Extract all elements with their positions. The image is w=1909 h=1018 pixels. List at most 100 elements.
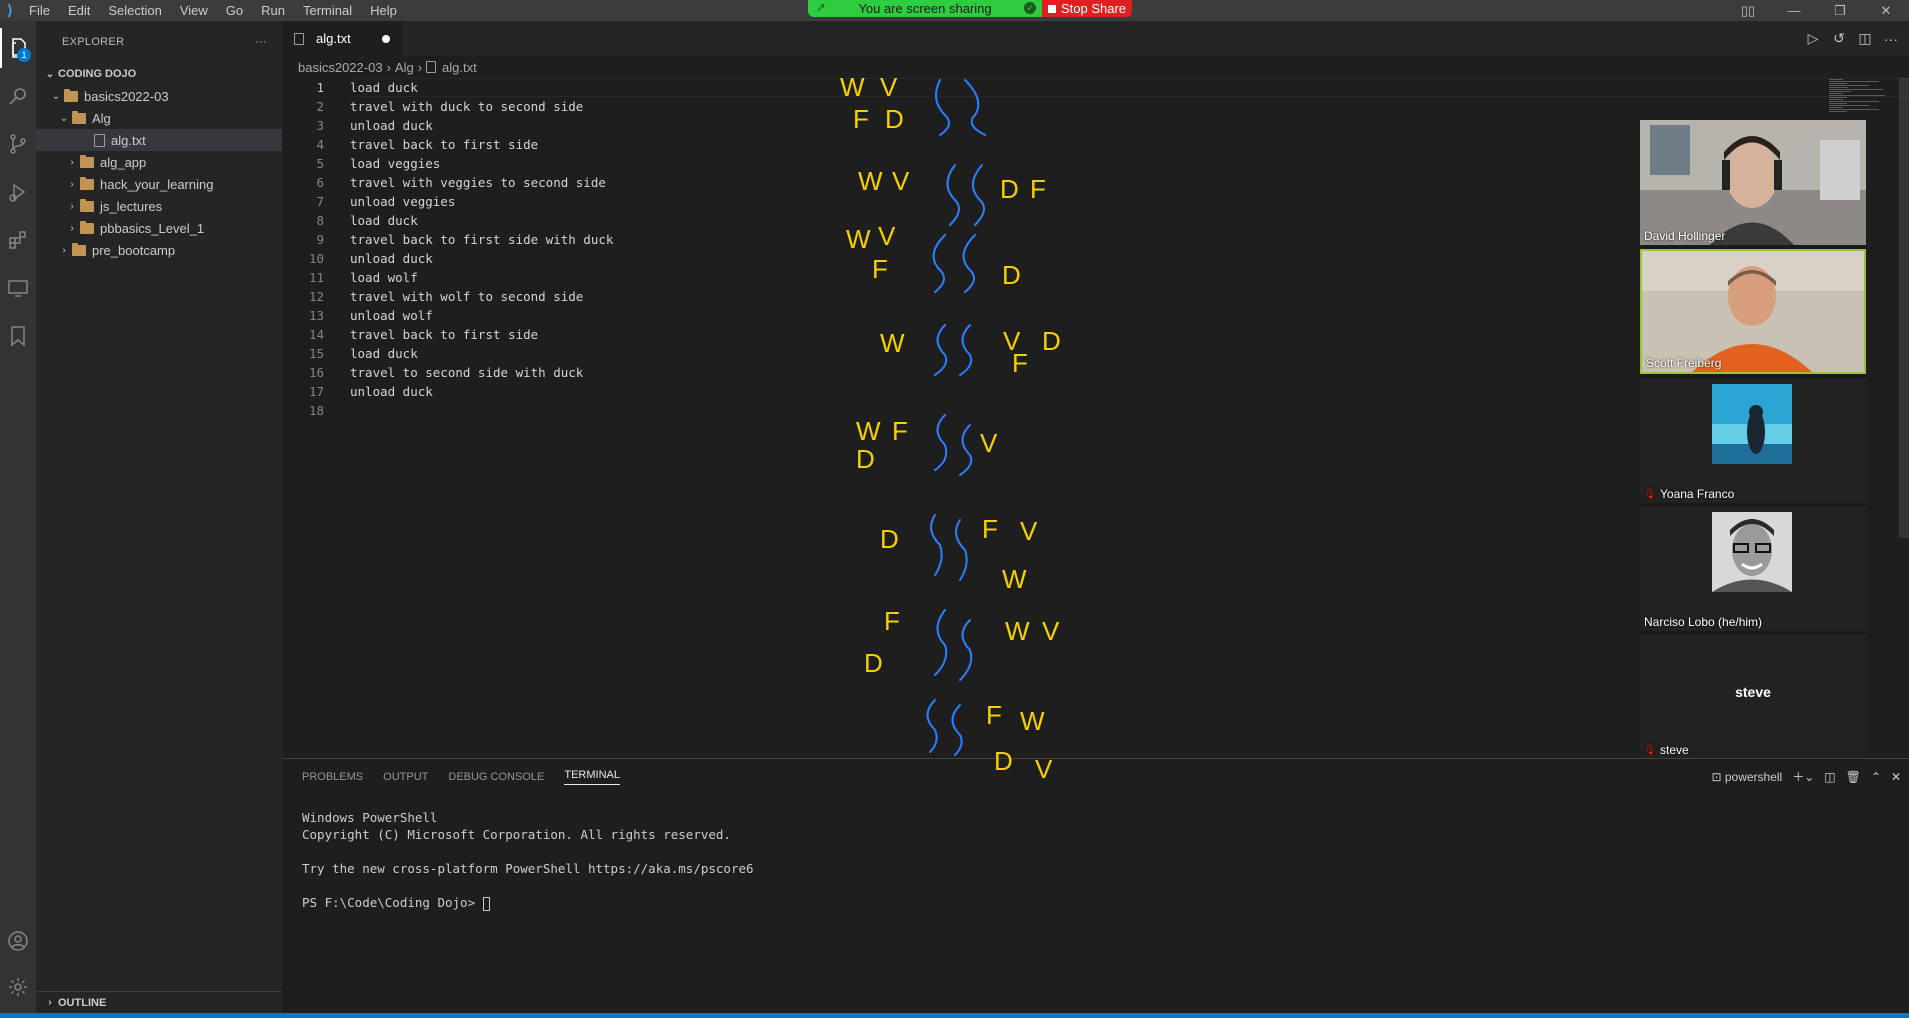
tab-alg-txt[interactable]: alg.txt	[282, 21, 402, 56]
editor-scrollbar[interactable]	[1899, 78, 1909, 538]
participant-tile[interactable]: 🎙︎ Yoana Franco	[1640, 378, 1866, 503]
tab-terminal[interactable]: TERMINAL	[564, 759, 620, 794]
minimap-line	[1829, 89, 1884, 90]
breadcrumb-item[interactable]: alg.txt	[442, 60, 477, 75]
mic-muted-icon: 🎙︎	[1643, 488, 1657, 500]
tree-folder-pbbasics-level-1[interactable]: › pbbasics_Level_1	[36, 217, 282, 239]
split-editor-icon[interactable]: ◫	[1855, 30, 1875, 47]
participant-tile[interactable]: steve 🎙︎ steve	[1640, 634, 1866, 759]
line-text: travel to second side with duck	[350, 365, 584, 380]
stop-icon	[1047, 4, 1056, 13]
tree-file-alg-txt[interactable]: alg.txt	[36, 129, 282, 151]
tab-output[interactable]: OUTPUT	[383, 759, 428, 794]
tree-folder-alg-app[interactable]: › alg_app	[36, 151, 282, 173]
tree-folder-js-lectures[interactable]: › js_lectures	[36, 195, 282, 217]
timeline-history-icon[interactable]: ↺	[1829, 30, 1849, 47]
text-file-icon	[426, 61, 437, 73]
workspace-section[interactable]: ⌄ CODING DOJO	[36, 63, 282, 85]
menu-edit[interactable]: Edit	[59, 0, 99, 21]
chevron-right-icon: ›	[48, 997, 52, 1008]
tree-folder-basics2022-03[interactable]: ⌄ basics2022-03	[36, 85, 282, 107]
close-panel-icon[interactable]: ✕	[1891, 770, 1901, 784]
line-number: 13	[308, 308, 324, 323]
menu-view[interactable]: View	[171, 0, 217, 21]
line-text: load veggies	[350, 156, 441, 171]
participant-tile[interactable]: David Hollinger	[1640, 120, 1866, 245]
line-text: travel back to first side	[350, 327, 539, 342]
menu-terminal[interactable]: Terminal	[294, 0, 361, 21]
stop-share-label: Stop Share	[1060, 1, 1127, 16]
outline-section[interactable]: › OUTLINE	[36, 991, 282, 1013]
tree-folder-pre-bootcamp[interactable]: › pre_bootcamp	[36, 239, 282, 261]
accounts-icon[interactable]	[0, 921, 36, 961]
line-text: load duck	[350, 80, 418, 95]
restore-button[interactable]: ❐	[1817, 0, 1863, 21]
chevron-right-icon: ›	[70, 156, 74, 168]
menu-help[interactable]: Help	[361, 0, 406, 21]
folder-icon	[72, 242, 86, 256]
title-bar: ⟩ File Edit Selection View Go Run Termin…	[0, 0, 1909, 21]
outline-header[interactable]: › OUTLINE	[36, 992, 282, 1013]
trash-icon[interactable]: 🗑︎	[1846, 770, 1861, 784]
run-debug-icon[interactable]	[0, 172, 36, 212]
unsaved-dot-icon[interactable]	[382, 35, 390, 43]
split-terminal-icon[interactable]: ◫	[1824, 770, 1835, 784]
settings-gear-icon[interactable]	[0, 967, 36, 1007]
breadcrumb-item[interactable]: basics2022-03	[298, 60, 383, 75]
source-control-icon[interactable]	[0, 124, 36, 164]
stop-share-button[interactable]: Stop Share	[1042, 0, 1132, 17]
code-line[interactable]: 1 load duck	[282, 78, 1909, 97]
folder-icon	[80, 220, 94, 234]
menu-run[interactable]: Run	[252, 0, 294, 21]
text-file-icon	[294, 32, 304, 45]
line-text: unload duck	[350, 384, 433, 399]
tab-debug-console[interactable]: DEBUG CONSOLE	[448, 759, 544, 794]
minimize-button[interactable]: —	[1771, 0, 1817, 21]
code-line[interactable]: 2 travel with duck to second side	[282, 97, 1909, 116]
line-number: 3	[316, 118, 324, 133]
layout-icon[interactable]: ▯▯	[1725, 0, 1771, 21]
tree-label: pbbasics_Level_1	[100, 220, 205, 236]
search-icon[interactable]	[0, 76, 36, 116]
terminal-output[interactable]: Windows PowerShell Copyright (C) Microso…	[282, 794, 1909, 911]
bookmarks-icon[interactable]	[0, 316, 36, 356]
tree-folder-hack-your-learning[interactable]: › hack_your_learning	[36, 173, 282, 195]
terminal-prompt-line: PS F:\Code\Coding Dojo>	[302, 894, 1909, 911]
tree-label: hack_your_learning	[100, 176, 214, 192]
more-actions-icon[interactable]: ···	[255, 36, 267, 48]
share-arrow-icon: ➚	[816, 0, 827, 14]
window-controls: ▯▯ — ❐ ✕	[1725, 0, 1909, 21]
screen-share-status[interactable]: ➚ You are screen sharing ✓	[808, 0, 1042, 17]
line-text: unload wolf	[350, 308, 433, 323]
line-number: 15	[308, 346, 324, 361]
menu-go[interactable]: Go	[217, 0, 252, 21]
more-actions-icon[interactable]: ···	[1881, 31, 1901, 47]
breadcrumb-item[interactable]: Alg	[395, 60, 414, 75]
activity-bar: 1	[0, 21, 36, 1013]
menu-selection[interactable]: Selection	[99, 0, 170, 21]
tab-label: alg.txt	[316, 31, 351, 46]
line-number: 11	[308, 270, 324, 285]
tab-problems[interactable]: PROBLEMS	[302, 759, 363, 794]
new-terminal-icon[interactable]: ＋⌄	[1792, 768, 1814, 785]
extensions-icon[interactable]	[0, 220, 36, 260]
line-text: travel with wolf to second side	[350, 289, 584, 304]
participant-tile-active-speaker[interactable]: Scott Freiberg	[1640, 249, 1866, 374]
editor-tabs: alg.txt ▷ ↺ ◫ ···	[282, 21, 1909, 56]
maximize-panel-icon[interactable]: ⌃	[1871, 770, 1881, 784]
participant-name: Narciso Lobo (he/him)	[1644, 615, 1763, 629]
remote-explorer-icon[interactable]	[0, 268, 36, 308]
tree-folder-alg[interactable]: ⌄ Alg	[36, 107, 282, 129]
menu-file[interactable]: File	[20, 0, 59, 21]
participant-tile[interactable]: Narciso Lobo (he/him)	[1640, 506, 1866, 631]
line-text: load duck	[350, 346, 418, 361]
close-button[interactable]: ✕	[1863, 0, 1909, 21]
text-file-icon	[94, 133, 105, 147]
explorer-icon[interactable]: 1	[0, 28, 36, 68]
minimap-line	[1829, 81, 1879, 82]
terminal-shell-selector[interactable]: ⊡ powershell	[1711, 770, 1782, 784]
run-icon[interactable]: ▷	[1803, 30, 1823, 47]
minimap[interactable]	[1829, 78, 1899, 118]
participant-name: 🎙︎ Yoana Franco	[1643, 487, 1735, 501]
line-number: 17	[308, 384, 324, 399]
